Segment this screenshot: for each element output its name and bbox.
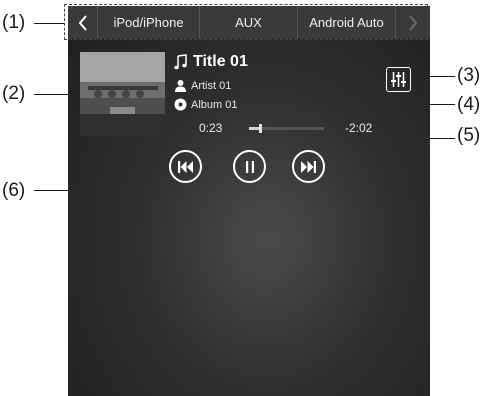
previous-track-button[interactable]	[169, 150, 202, 183]
track-title: Title 01	[193, 53, 248, 70]
tab-back-button[interactable]	[68, 6, 98, 39]
track-title-row: Title 01	[174, 53, 248, 71]
pause-button[interactable]	[233, 150, 266, 183]
callout-5: (5)	[457, 125, 481, 146]
remaining-time: -2:02	[345, 121, 373, 135]
media-screen: iPod/iPhone AUX Android Auto Title 01 Ar…	[68, 6, 430, 396]
music-note-icon	[174, 54, 187, 70]
leader-1	[34, 23, 64, 24]
chevron-right-icon	[409, 14, 418, 31]
person-icon	[175, 80, 186, 92]
tab-ipod-iphone[interactable]: iPod/iPhone	[98, 6, 200, 39]
progress-bar[interactable]	[249, 124, 324, 133]
album-name: Album 01	[191, 98, 238, 111]
album-row: Album 01	[174, 98, 237, 111]
callout-1: (1)	[2, 12, 26, 33]
album-artwork-image	[80, 52, 165, 136]
callout-6: (6)	[2, 180, 26, 201]
tab-next-button[interactable]	[396, 6, 430, 39]
album-artwork	[80, 52, 165, 136]
previous-track-icon	[178, 160, 193, 173]
progress-thumb[interactable]	[259, 124, 263, 133]
pause-icon	[245, 160, 254, 173]
equalizer-button[interactable]	[386, 67, 411, 92]
chevron-left-icon	[78, 14, 87, 31]
equalizer-icon	[391, 72, 406, 87]
disc-icon	[174, 98, 187, 111]
callout-2: (2)	[2, 83, 26, 104]
tab-android-auto[interactable]: Android Auto	[298, 6, 396, 39]
next-track-button[interactable]	[292, 150, 325, 183]
elapsed-time: 0:23	[199, 121, 223, 135]
next-track-icon	[301, 160, 316, 173]
artist-name: Artist 01	[191, 79, 232, 92]
tab-aux[interactable]: AUX	[200, 6, 298, 39]
callout-4: (4)	[457, 94, 481, 115]
callout-3: (3)	[457, 65, 481, 86]
artist-row: Artist 01	[174, 79, 231, 92]
source-tab-bar: iPod/iPhone AUX Android Auto	[68, 6, 430, 40]
